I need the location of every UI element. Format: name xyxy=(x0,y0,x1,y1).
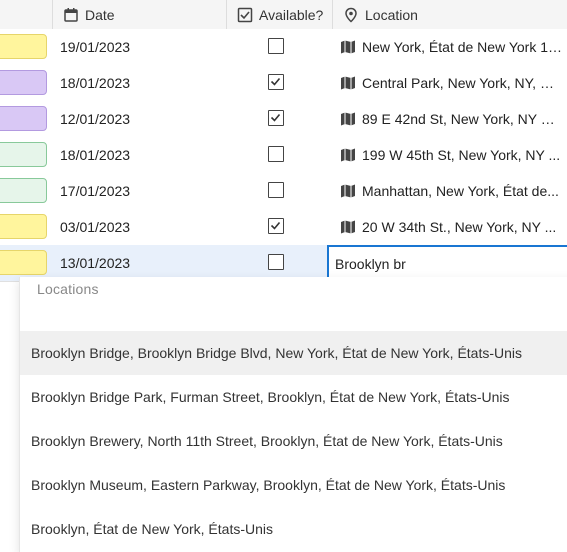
date-cell[interactable]: 03/01/2023 xyxy=(60,209,130,245)
location-cell[interactable]: 20 W 34th St., New York, NY ... xyxy=(340,209,562,245)
location-text: 199 W 45th St, New York, NY ... xyxy=(362,147,561,163)
table-row[interactable]: 19/01/2023 New York, État de New York 10… xyxy=(0,29,567,66)
table-row[interactable]: 18/01/2023 199 W 45th St, New York, NY .… xyxy=(0,137,567,174)
location-cell[interactable]: Central Park, New York, NY, État... xyxy=(340,65,562,101)
date-cell[interactable]: 18/01/2023 xyxy=(60,137,130,173)
column-separator[interactable] xyxy=(52,0,53,29)
calendar-icon xyxy=(63,7,79,23)
color-chip[interactable] xyxy=(0,142,47,167)
column-header-location-label: Location xyxy=(365,6,418,23)
suggestion-item[interactable]: Brooklyn, État de New York, États-Unis xyxy=(20,507,567,551)
location-text: 20 W 34th St., New York, NY ... xyxy=(362,219,557,235)
map-icon xyxy=(340,39,356,55)
location-text: 89 E 42nd St, New York, NY 100... xyxy=(362,111,562,127)
available-checkbox[interactable] xyxy=(268,254,284,270)
map-icon xyxy=(340,75,356,91)
map-icon xyxy=(340,219,356,235)
table-row[interactable]: 12/01/2023 89 E 42nd St, New York, NY 10… xyxy=(0,101,567,138)
column-header-date-label: Date xyxy=(85,6,115,23)
map-icon xyxy=(340,183,356,199)
available-checkbox[interactable] xyxy=(268,110,284,126)
suggestion-item[interactable]: Brooklyn Museum, Eastern Parkway, Brookl… xyxy=(20,463,567,507)
suggestion-item[interactable]: Brooklyn Bridge, Brooklyn Bridge Blvd, N… xyxy=(20,331,567,375)
available-checkbox[interactable] xyxy=(268,74,284,90)
date-cell[interactable]: 17/01/2023 xyxy=(60,173,130,209)
location-text: Central Park, New York, NY, État... xyxy=(362,75,562,91)
location-cell[interactable]: Manhattan, New York, État de... xyxy=(340,173,562,209)
location-suggestions-dropdown: Locations Brooklyn Bridge, Brooklyn Brid… xyxy=(19,277,567,552)
column-separator[interactable] xyxy=(332,0,333,29)
column-header-location[interactable]: Location xyxy=(343,0,418,29)
location-text: Manhattan, New York, État de... xyxy=(362,183,559,199)
color-chip[interactable] xyxy=(0,34,47,59)
dropdown-group-title: Locations xyxy=(37,281,99,297)
available-checkbox[interactable] xyxy=(268,38,284,54)
column-header-available[interactable]: Available? xyxy=(237,0,323,29)
column-header-date[interactable]: Date xyxy=(63,0,115,29)
date-cell[interactable]: 13/01/2023 xyxy=(60,245,130,281)
date-cell[interactable]: 12/01/2023 xyxy=(60,101,130,137)
checkbox-icon xyxy=(237,7,253,23)
date-cell[interactable]: 18/01/2023 xyxy=(60,65,130,101)
location-pin-icon xyxy=(343,7,359,23)
available-checkbox[interactable] xyxy=(268,218,284,234)
color-chip[interactable] xyxy=(0,70,47,95)
table-row[interactable]: 03/01/2023 20 W 34th St., New York, NY .… xyxy=(0,209,567,246)
location-cell[interactable]: New York, État de New York 10... xyxy=(340,29,562,65)
table-row[interactable]: 18/01/2023 Central Park, New York, NY, É… xyxy=(0,65,567,102)
color-chip[interactable] xyxy=(0,178,47,203)
color-chip[interactable] xyxy=(0,106,47,131)
date-cell[interactable]: 19/01/2023 xyxy=(60,29,130,65)
suggestion-item[interactable]: Brooklyn Brewery, North 11th Street, Bro… xyxy=(20,419,567,463)
map-icon xyxy=(340,111,356,127)
map-icon xyxy=(340,147,356,163)
available-checkbox[interactable] xyxy=(268,182,284,198)
grid-header: Date Available? Location xyxy=(0,0,567,30)
color-chip[interactable] xyxy=(0,250,47,275)
location-autocomplete-input[interactable]: Brooklyn br xyxy=(327,245,567,281)
color-chip[interactable] xyxy=(0,214,47,239)
location-text: New York, État de New York 10... xyxy=(362,39,562,55)
available-checkbox[interactable] xyxy=(268,146,284,162)
table-row[interactable]: 17/01/2023 Manhattan, New York, État de.… xyxy=(0,173,567,210)
location-cell[interactable]: 89 E 42nd St, New York, NY 100... xyxy=(340,101,562,137)
column-separator[interactable] xyxy=(226,0,227,29)
location-cell[interactable]: 199 W 45th St, New York, NY ... xyxy=(340,137,562,173)
suggestion-item[interactable]: Brooklyn Bridge Park, Furman Street, Bro… xyxy=(20,375,567,419)
column-header-available-label: Available? xyxy=(259,6,324,23)
